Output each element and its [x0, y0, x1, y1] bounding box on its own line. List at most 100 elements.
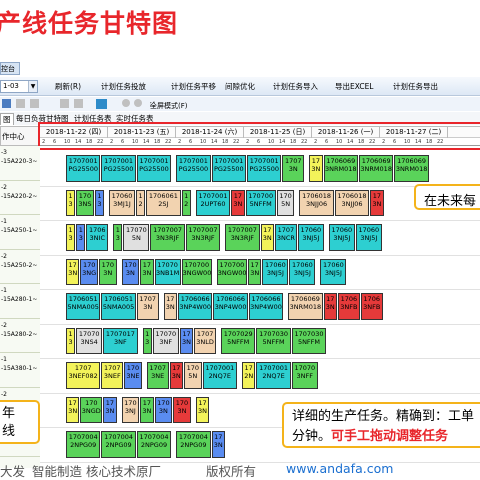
task-block[interactable]: 17060 3NJ5J	[289, 258, 316, 285]
work-center-row-1[interactable]: -2 -15A220-2~	[0, 181, 40, 215]
task-block[interactable]: 13	[113, 224, 123, 251]
task-block[interactable]: 170 3NS	[76, 189, 94, 216]
task-block[interactable]: 17070 3NFF	[291, 362, 318, 389]
task-block[interactable]: 13	[66, 189, 76, 216]
task-block[interactable]: 1707 3NEF082	[66, 362, 101, 389]
task-block[interactable]: 170700 3NGW00	[216, 258, 247, 285]
save-icon[interactable]	[2, 99, 11, 108]
task-block[interactable]: 12	[181, 189, 191, 216]
task-block[interactable]: 17 3N	[211, 431, 225, 458]
task-block[interactable]: 12	[136, 189, 146, 216]
task-block[interactable]: 17 3N	[195, 396, 210, 423]
gap-optimize-button[interactable]: 间隙优化	[214, 80, 255, 93]
task-block[interactable]: 1707004 2NPG09	[101, 431, 136, 458]
task-block[interactable]: 17 2N	[242, 362, 256, 389]
prev-icon[interactable]	[122, 99, 130, 107]
task-block[interactable]: 17 3N	[309, 155, 323, 182]
task-block[interactable]: 170 5N	[184, 362, 202, 389]
task-block[interactable]: 1707 3NCR	[275, 224, 297, 251]
plan-import-button[interactable]: 计划任务导入	[262, 80, 318, 93]
task-block[interactable]: 1707004 2NPG09	[66, 431, 101, 458]
task-block[interactable]: 17060 3NJ5J	[328, 224, 355, 251]
task-block[interactable]: 1707001 PG25500	[247, 155, 282, 182]
filter-icon[interactable]	[74, 99, 83, 108]
task-block[interactable]: 13	[66, 327, 76, 354]
redo-icon[interactable]	[30, 99, 39, 108]
task-block[interactable]: 1707007 3N3RJF	[150, 224, 185, 251]
task-block[interactable]: 1707 3NLD	[194, 327, 216, 354]
task-block[interactable]: 1706061 2SJ	[146, 189, 181, 216]
task-block[interactable]: 170 3NGD	[80, 396, 103, 423]
work-center-row-0[interactable]: -3 -15A220-3~	[0, 146, 40, 181]
next-icon[interactable]	[134, 99, 142, 107]
task-block[interactable]: 1706 3NIC	[86, 224, 109, 251]
task-block[interactable]: 17060 3NJ5J	[320, 258, 347, 285]
task-block[interactable]: 1706 3NFB	[338, 293, 360, 320]
task-block[interactable]: 1707001 PG25500	[101, 155, 136, 182]
task-block[interactable]: 1706018 3NJJ06	[299, 189, 334, 216]
task-block[interactable]: 1707007 3N3RJF	[185, 224, 221, 251]
work-center-row-4[interactable]: -1 -15A280-1~	[0, 284, 40, 319]
task-block[interactable]: 13	[94, 189, 104, 216]
task-block[interactable]: 1707001 PG25500	[211, 155, 246, 182]
task-block[interactable]: 1706051 5NMA005	[66, 293, 101, 320]
task-block[interactable]: 13	[66, 224, 76, 251]
work-center-row-6[interactable]: -1 -15A380-1~	[0, 353, 40, 388]
task-block[interactable]: 17 3N	[248, 258, 262, 285]
task-block[interactable]: 1706 3NFB	[360, 293, 383, 320]
task-block[interactable]: 17 3N	[163, 293, 177, 320]
task-block[interactable]: 1707004 2NPG09	[136, 431, 172, 458]
task-block[interactable]: 17 3N	[66, 258, 80, 285]
export-excel-button[interactable]: 导出EXCEL	[324, 80, 374, 93]
task-block[interactable]: 1707001 2NQ7E	[256, 362, 291, 389]
task-block[interactable]: 17 3N	[103, 396, 117, 423]
task-block[interactable]: 17070 5N	[123, 224, 150, 251]
task-block[interactable]: 17060 3MJ1J	[109, 189, 135, 216]
zoom-icon[interactable]	[60, 99, 69, 108]
grid-icon[interactable]	[96, 99, 107, 109]
task-block[interactable]: 17 3N	[370, 189, 384, 216]
task-block[interactable]: 1706069 3NRM018	[288, 293, 323, 320]
task-block[interactable]: 1707001 2NQ7E	[202, 362, 237, 389]
footer-url[interactable]: www.andafa.com	[286, 461, 393, 476]
task-block[interactable]: 1707007 3N3RJF	[225, 224, 260, 251]
task-block[interactable]: 13	[142, 327, 152, 354]
tab-gantt[interactable]: 图	[0, 113, 14, 125]
task-block[interactable]: 17070 3NF	[152, 327, 179, 354]
window-tab[interactable]: 控台	[0, 62, 20, 75]
task-block[interactable]: 17 3N	[66, 396, 80, 423]
undo-icon[interactable]	[16, 99, 25, 108]
task-block[interactable]: 170 3NG	[80, 258, 98, 285]
chevron-down-icon[interactable]: ▼	[28, 81, 37, 92]
task-block[interactable]: 1707 3NE	[146, 362, 169, 389]
task-block[interactable]: 1707001 PG25500	[176, 155, 211, 182]
task-block[interactable]: 17 3N	[179, 327, 194, 354]
task-block[interactable]: 17 3N	[169, 362, 183, 389]
task-block[interactable]: 170700 5NFFM	[245, 189, 276, 216]
task-block[interactable]: 1707017 3NF	[103, 327, 138, 354]
task-block[interactable]: 1706018 3NJJ06	[334, 189, 370, 216]
task-block[interactable]: 1707029 5NFFM	[221, 327, 256, 354]
task-block[interactable]: 170 3N	[173, 396, 191, 423]
task-block[interactable]: 1707001 PG25500	[136, 155, 172, 182]
task-block[interactable]: 170 5N	[276, 189, 295, 216]
task-block[interactable]: 17070 3NS4	[76, 327, 103, 354]
work-center-row-5[interactable]: -2 -15A280-2~	[0, 319, 40, 353]
task-block[interactable]: 170700 3NGW00	[181, 258, 212, 285]
task-block[interactable]: 13	[76, 224, 86, 251]
task-block[interactable]: 1707 3NEF	[101, 362, 124, 389]
task-block[interactable]: 17 3N	[231, 189, 245, 216]
task-block[interactable]: 17 3N	[323, 293, 337, 320]
task-block[interactable]: 17060 3NJ5J	[297, 224, 324, 251]
task-block[interactable]: 1706069 3NRM018	[394, 155, 429, 182]
task-block[interactable]: 1707030 5NFFM	[291, 327, 327, 354]
task-block[interactable]: 1707004 2NPG09	[176, 431, 211, 458]
task-block[interactable]: 17070 3NB1M	[154, 258, 181, 285]
task-block[interactable]: 1706066 3NP4W00	[178, 293, 213, 320]
plan-export-button[interactable]: 计划任务导出	[382, 80, 438, 93]
task-block[interactable]: 170 3NJ	[121, 396, 140, 423]
task-block[interactable]: 1707001 2UPT60	[195, 189, 231, 216]
refresh-button[interactable]: 刷新(R)	[44, 80, 81, 93]
task-block[interactable]: 1706069 3NRM018	[359, 155, 394, 182]
task-block[interactable]: 1706051 5NMA005	[101, 293, 136, 320]
